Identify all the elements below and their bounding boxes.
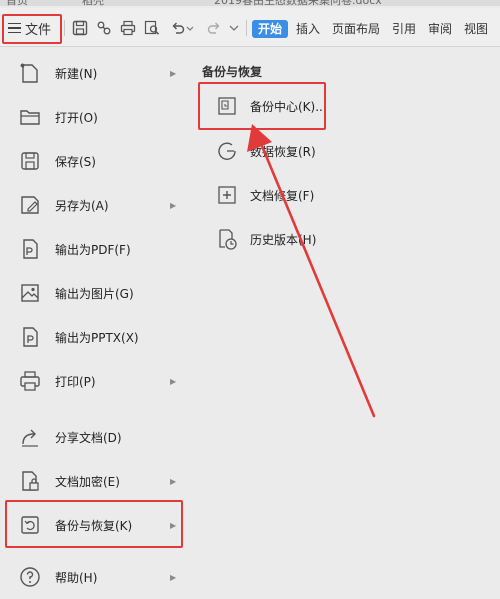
menu-item-new[interactable]: 新建(N) ▶	[0, 51, 190, 95]
tab-home[interactable]: 首页	[6, 0, 28, 6]
data-recovery-icon	[216, 140, 238, 162]
submenu-item-data-recovery[interactable]: 数据恢复(R)	[210, 131, 350, 171]
menu-item-export-pdf[interactable]: 输出为PDF(F)	[0, 227, 190, 271]
submenu-arrow-icon: ▶	[170, 376, 177, 386]
file-button-highlight	[2, 14, 62, 44]
ribbon-tab-insert[interactable]: 插入	[292, 20, 324, 38]
ribbon-tab-review[interactable]: 审阅	[424, 20, 456, 38]
history-version-icon	[216, 228, 238, 250]
menu-item-save-as[interactable]: 另存为(A) ▶	[0, 183, 190, 227]
folder-icon	[18, 105, 42, 129]
encrypt-icon	[18, 469, 42, 493]
print-icon[interactable]	[120, 20, 136, 36]
quick-access-dropdown-icon[interactable]	[228, 20, 240, 36]
menu-item-encrypt[interactable]: 文档加密(E) ▶	[0, 459, 190, 503]
menu-item-label: 保存(S)	[55, 154, 96, 169]
menu-item-save[interactable]: 保存(S)	[0, 139, 190, 183]
ribbon-tab-view[interactable]: 视图	[460, 20, 492, 38]
new-document-icon	[18, 61, 42, 85]
menu-item-open[interactable]: 打开(O)	[0, 95, 190, 139]
submenu-item-label: 文档修复(F)	[250, 188, 315, 203]
print-preview-icon[interactable]	[144, 20, 160, 36]
save-as-icon	[18, 193, 42, 217]
help-icon	[18, 565, 42, 589]
backup-restore-highlight	[5, 500, 183, 548]
menu-item-label: 文档加密(E)	[55, 474, 120, 489]
backup-center-highlight	[198, 82, 326, 130]
menu-item-share[interactable]: 分享文档(D)	[0, 415, 190, 459]
menu-item-print[interactable]: 打印(P) ▶	[0, 359, 190, 403]
submenu-arrow-icon: ▶	[170, 200, 177, 210]
menu-item-help[interactable]: 帮助(H) ▶	[0, 555, 190, 599]
pptx-icon	[18, 325, 42, 349]
menu-item-label: 输出为图片(G)	[55, 286, 134, 301]
image-icon	[18, 281, 42, 305]
redo-icon[interactable]	[206, 20, 222, 36]
pdf-icon	[18, 237, 42, 261]
menu-item-label: 新建(N)	[55, 66, 98, 81]
submenu-arrow-icon: ▶	[170, 476, 177, 486]
save-icon	[18, 149, 42, 173]
share-link-icon[interactable]	[96, 20, 112, 36]
window-tab-strip: 首页 稻壳 2019春由生态数据采集问卷.docx	[0, 0, 500, 6]
submenu-item-history-version[interactable]: 历史版本(H)	[210, 219, 350, 259]
submenu-item-label: 历史版本(H)	[250, 232, 317, 247]
menu-item-export-pptx[interactable]: 输出为PPTX(X)	[0, 315, 190, 359]
submenu-item-document-repair[interactable]: 文档修复(F)	[210, 175, 350, 215]
menu-item-label: 输出为PPTX(X)	[55, 330, 139, 345]
menu-item-label: 打开(O)	[55, 110, 98, 125]
menu-item-label: 帮助(H)	[55, 570, 98, 585]
submenu-title: 备份与恢复	[202, 65, 263, 79]
menu-item-label: 输出为PDF(F)	[55, 242, 131, 257]
ribbon-tab-home[interactable]: 开始	[252, 20, 289, 38]
submenu-arrow-icon: ▶	[170, 68, 177, 78]
submenu-arrow-icon: ▶	[170, 572, 177, 582]
menu-item-label: 分享文档(D)	[55, 430, 122, 445]
menu-item-label: 另存为(A)	[55, 198, 109, 213]
quick-toolbar: 文件 开始 插入 页面布局 引用 审阅 视图	[0, 8, 500, 47]
print-icon	[18, 369, 42, 393]
submenu-item-label: 数据恢复(R)	[250, 144, 316, 159]
document-repair-icon	[216, 184, 238, 206]
menu-item-label: 打印(P)	[55, 374, 96, 389]
undo-icon[interactable]	[170, 20, 186, 36]
menu-item-export-image[interactable]: 输出为图片(G)	[0, 271, 190, 315]
undo-dropdown-icon[interactable]	[185, 20, 195, 36]
share-icon	[18, 425, 42, 449]
toolbar-divider	[64, 20, 65, 36]
ribbon-tab-page-layout[interactable]: 页面布局	[328, 20, 384, 38]
document-tab-title[interactable]: 2019春由生态数据采集问卷.docx	[214, 0, 382, 6]
tab-docer[interactable]: 稻壳	[82, 0, 104, 6]
save-icon[interactable]	[72, 20, 88, 36]
toolbar-divider	[246, 20, 247, 36]
ribbon-tab-references[interactable]: 引用	[388, 20, 420, 38]
